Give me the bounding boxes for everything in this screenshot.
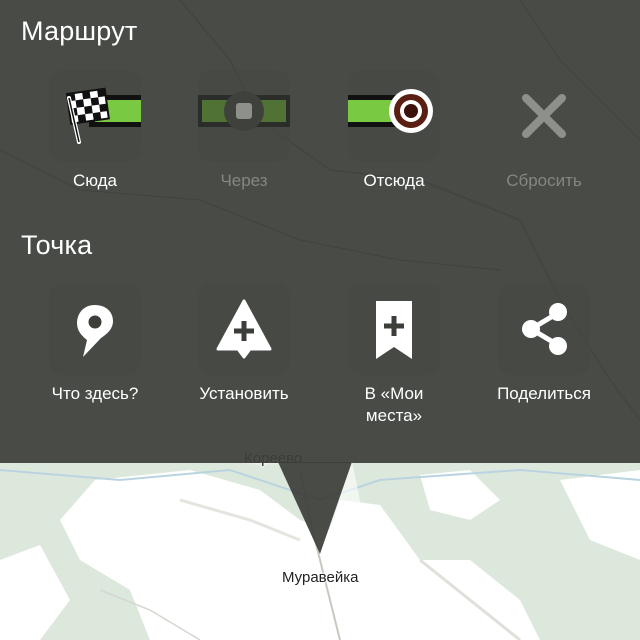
route-to-tile xyxy=(49,70,141,162)
route-section-title: Маршрут xyxy=(21,16,138,46)
add-to-my-places-label: В «Мои места» xyxy=(324,383,464,427)
route-from-button[interactable]: Отсюда xyxy=(324,70,464,192)
what-here-label: Что здесь? xyxy=(51,384,139,403)
route-from-tile xyxy=(348,70,440,162)
route-reset-button[interactable]: Сбросить xyxy=(474,70,614,192)
context-menu-panel: Маршрут Сюда Через Отсюда Сбросить Точка… xyxy=(0,0,640,463)
point-section-title: Точка xyxy=(21,230,93,260)
route-via-label: Через xyxy=(220,171,268,190)
route-via-button[interactable]: Через xyxy=(174,70,314,192)
add-to-my-places-label-line2: места» xyxy=(365,406,423,425)
map-pin-icon xyxy=(77,305,113,357)
close-icon xyxy=(522,94,566,138)
finish-flag-icon xyxy=(65,87,141,144)
add-warning-icon xyxy=(216,299,272,359)
add-to-my-places-button[interactable]: В «Мои места» xyxy=(324,283,464,427)
route-to-label: Сюда xyxy=(72,171,118,190)
add-to-my-places-tile xyxy=(348,283,440,375)
bookmark-add-icon xyxy=(376,301,412,359)
set-event-tile xyxy=(198,283,290,375)
what-here-tile xyxy=(49,283,141,375)
route-via-tile xyxy=(198,70,290,162)
waypoint-via-icon xyxy=(198,91,290,131)
route-reset-label: Сбросить xyxy=(506,171,582,190)
add-to-my-places-label-line1: В «Мои xyxy=(364,384,424,403)
share-label: Поделиться xyxy=(497,384,591,403)
what-here-button[interactable]: Что здесь? xyxy=(25,283,165,405)
place-label-muraveika: Муравейка xyxy=(282,569,359,586)
start-point-icon xyxy=(348,89,433,133)
route-to-button[interactable]: Сюда xyxy=(25,70,165,192)
location-pointer xyxy=(278,462,362,554)
route-from-label: Отсюда xyxy=(363,171,425,190)
route-reset-tile xyxy=(498,70,590,162)
set-event-label: Установить xyxy=(199,384,289,403)
share-button[interactable]: Поделиться xyxy=(474,283,614,405)
set-event-button[interactable]: Установить xyxy=(174,283,314,405)
share-tile xyxy=(498,283,590,375)
share-icon xyxy=(522,303,567,355)
